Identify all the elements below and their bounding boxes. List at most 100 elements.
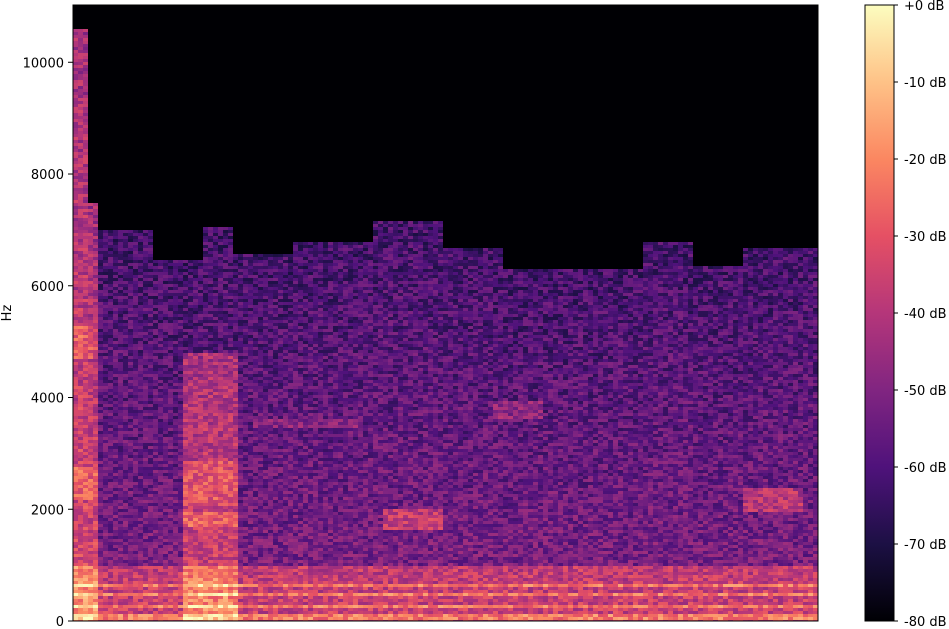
heatmap-cell [198, 368, 203, 371]
heatmap-cell [133, 602, 138, 605]
heatmap-cell [218, 488, 223, 491]
heatmap-cell [228, 299, 233, 302]
heatmap-cell [143, 392, 148, 395]
heatmap-cell [208, 569, 213, 572]
heatmap-cell [173, 518, 178, 521]
heatmap-cell [203, 239, 208, 242]
heatmap-cell [73, 41, 78, 44]
heatmap-cell [243, 479, 248, 482]
heatmap-cell [148, 491, 153, 494]
heatmap-cell [193, 299, 198, 302]
heatmap-cell [243, 416, 248, 419]
heatmap-cell [248, 617, 253, 620]
heatmap-cell [108, 506, 113, 509]
heatmap-cell [103, 251, 108, 254]
heatmap-cell [168, 449, 173, 452]
heatmap-cell [93, 512, 98, 515]
heatmap-cell [233, 284, 238, 287]
heatmap-cell [203, 581, 208, 584]
heatmap-cell [73, 377, 78, 380]
heatmap-cell [253, 296, 258, 299]
heatmap-cell [128, 542, 133, 545]
heatmap-cell [233, 305, 238, 308]
heatmap-cell [113, 287, 118, 290]
heatmap-cell [193, 332, 198, 335]
heatmap-cell [73, 491, 78, 494]
heatmap-cell [148, 515, 153, 518]
heatmap-cell [123, 536, 128, 539]
heatmap-cell [73, 476, 78, 479]
heatmap-cell [93, 242, 98, 245]
heatmap-cell [243, 326, 248, 329]
heatmap-cell [193, 284, 198, 287]
heatmap-cell [123, 476, 128, 479]
heatmap-cell [133, 407, 138, 410]
heatmap-cell [183, 272, 188, 275]
heatmap-cell [128, 560, 133, 563]
heatmap-cell [198, 566, 203, 569]
heatmap-cell [243, 551, 248, 554]
heatmap-cell [198, 305, 203, 308]
heatmap-cell [173, 527, 178, 530]
heatmap-cell [113, 524, 118, 527]
heatmap-cell [128, 443, 133, 446]
heatmap-cell [93, 590, 98, 593]
heatmap-cell [138, 275, 143, 278]
heatmap-cell [83, 32, 88, 35]
heatmap-cell [253, 383, 258, 386]
heatmap-cell [108, 257, 113, 260]
heatmap-cell [148, 587, 153, 590]
heatmap-cell [218, 566, 223, 569]
heatmap-cell [223, 236, 228, 239]
heatmap-cell [233, 398, 238, 401]
heatmap-cell [153, 344, 158, 347]
heatmap-cell [78, 542, 83, 545]
heatmap-cell [88, 536, 93, 539]
heatmap-cell [248, 443, 253, 446]
heatmap-cell [118, 455, 123, 458]
heatmap-cell [213, 245, 218, 248]
heatmap-cell [148, 527, 153, 530]
heatmap-cell [223, 437, 228, 440]
heatmap-cell [163, 263, 168, 266]
heatmap-cell [223, 461, 228, 464]
heatmap-cell [88, 419, 93, 422]
heatmap-cell [188, 521, 193, 524]
heatmap-cell [168, 500, 173, 503]
heatmap-cell [213, 380, 218, 383]
heatmap-cell [243, 314, 248, 317]
heatmap-cell [78, 332, 83, 335]
heatmap-cell [253, 542, 258, 545]
heatmap-cell [238, 347, 243, 350]
heatmap-cell [133, 386, 138, 389]
heatmap-cell [143, 497, 148, 500]
heatmap-cell [163, 434, 168, 437]
heatmap-cell [178, 608, 183, 611]
heatmap-cell [208, 470, 213, 473]
heatmap-cell [173, 386, 178, 389]
heatmap-cell [78, 434, 83, 437]
heatmap-cell [193, 611, 198, 614]
heatmap-cell [73, 362, 78, 365]
heatmap-cell [143, 362, 148, 365]
heatmap-cell [203, 566, 208, 569]
heatmap-cell [113, 284, 118, 287]
heatmap-cell [233, 425, 238, 428]
heatmap-cell [143, 299, 148, 302]
heatmap-cell [128, 440, 133, 443]
heatmap-cell [73, 179, 78, 182]
heatmap-cell [183, 362, 188, 365]
heatmap-cell [183, 305, 188, 308]
heatmap-cell [78, 521, 83, 524]
heatmap-cell [123, 284, 128, 287]
heatmap-cell [108, 368, 113, 371]
heatmap-cell [123, 617, 128, 620]
heatmap-cell [188, 485, 193, 488]
heatmap-cell [78, 167, 83, 170]
heatmap-cell [148, 512, 153, 515]
heatmap-cell [168, 362, 173, 365]
heatmap-cell [208, 425, 213, 428]
heatmap-cell [153, 371, 158, 374]
heatmap-cell [163, 326, 168, 329]
heatmap-cell [173, 473, 178, 476]
